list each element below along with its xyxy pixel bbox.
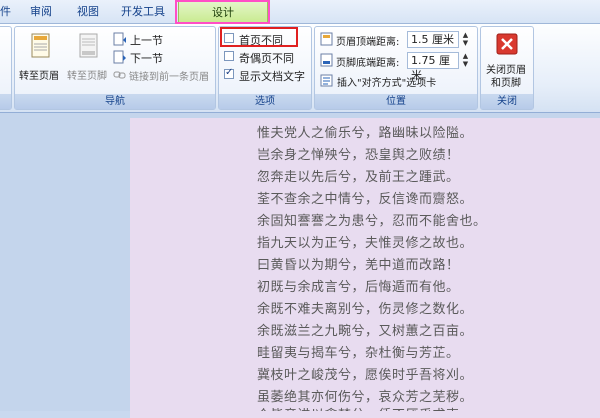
footer-bottom-distance-icon	[320, 53, 333, 67]
doc-line: 余既不难夫离别兮，伤灵修之数化。	[257, 302, 474, 317]
show-doc-text-option[interactable]: 显示文档文字	[224, 67, 312, 83]
tab-highlight-outline	[175, 0, 270, 24]
doc-line: 荃不查余之中情兮，反信谗而齌怒。	[257, 192, 474, 207]
tab-view[interactable]: 视图	[77, 3, 99, 21]
header-top-input[interactable]: 1.5 厘米	[407, 31, 459, 48]
close-icon	[496, 33, 518, 55]
goto-footer-button[interactable]: 转至页脚	[67, 31, 111, 83]
insert-align-tab-button[interactable]: 插入"对齐方式"选项卡	[320, 73, 476, 89]
doc-line: 岂余身之惮殃兮，恐皇舆之败绩！	[257, 148, 460, 163]
group-navigation: 转至页眉 转至页脚 上一节 下一节 链接到前一条页眉 导航	[14, 26, 216, 110]
footer-bottom-label: 页脚底端距离:	[336, 58, 400, 69]
next-section-label: 下一节	[130, 52, 163, 65]
doc-line: 忽奔走以先后兮，及前王之踵武。	[257, 170, 460, 185]
close-header-footer-button[interactable]: 关闭页眉 和页脚	[483, 31, 533, 91]
next-section-button[interactable]: 下一节	[113, 49, 183, 65]
goto-header-label: 转至页眉	[19, 71, 59, 82]
header-top-label: 页眉顶端距离:	[336, 37, 400, 48]
group-position: 页眉顶端距离: 1.5 厘米 ▲ ▼ 页脚底端距离: 1.75 厘米 ▲ ▼ 插入"…	[314, 26, 478, 110]
show-doc-text-label: 显示文档文字	[239, 70, 305, 83]
group-partial-left	[0, 26, 12, 110]
doc-line: 余固知謇謇之为患兮，忍而不能舍也。	[257, 214, 487, 229]
different-first-highlight	[220, 27, 298, 47]
footer-page-icon	[79, 33, 98, 58]
different-odd-even-label: 奇偶页不同	[239, 52, 294, 65]
doc-line: 初既与余成言兮，后悔遁而有他。	[257, 280, 460, 295]
tab-file[interactable]: 件	[0, 3, 11, 21]
show-doc-text-checkbox[interactable]	[224, 67, 234, 79]
group-close: 关闭页眉 和页脚 关闭	[480, 26, 534, 110]
group-options-label: 选项	[219, 94, 311, 109]
chain-link-icon	[113, 71, 126, 79]
doc-line: 惟夫党人之偷乐兮，路幽昧以险隘。	[257, 126, 474, 141]
header-top-spinner[interactable]: ▲ ▼	[461, 31, 470, 48]
prev-section-icon	[113, 32, 126, 46]
group-close-label: 关闭	[481, 94, 533, 109]
insert-align-tab-label: 插入"对齐方式"选项卡	[337, 78, 437, 89]
prev-section-label: 上一节	[130, 34, 163, 47]
close-label-line2: 和页脚	[491, 78, 521, 89]
doc-line: 冀枝叶之峻茂兮，愿俟时乎吾将刈。	[257, 368, 474, 383]
footer-bottom-input[interactable]: 1.75 厘米	[407, 52, 459, 82]
tab-developer[interactable]: 开发工具	[121, 3, 165, 21]
header-page-icon	[31, 33, 50, 58]
ribbon-tab-bar: 件 审阅 视图 开发工具 设计	[0, 0, 600, 24]
doc-line: 虽萎绝其亦何伤兮，哀众芳之芜秽。	[257, 390, 474, 405]
align-tab-icon	[320, 74, 333, 87]
doc-line: 曰黄昏以为期兮，羌中道而改路！	[257, 258, 460, 273]
prev-section-button[interactable]: 上一节	[113, 31, 183, 47]
doc-line: 畦留夷与揭车兮，杂杜衡与芳芷。	[257, 346, 460, 361]
goto-footer-label: 转至页脚	[67, 71, 107, 82]
doc-line: 众皆竞进以贪婪兮，凭不厌乎求索。	[257, 404, 473, 411]
link-previous-label: 链接到前一条页眉	[129, 72, 209, 83]
group-navigation-label: 导航	[15, 94, 215, 109]
different-odd-even-option[interactable]: 奇偶页不同	[224, 50, 309, 65]
footer-bottom-spinner[interactable]: ▲ ▼	[461, 52, 470, 69]
different-odd-even-checkbox[interactable]	[224, 51, 234, 61]
goto-header-button[interactable]: 转至页眉	[19, 31, 63, 83]
header-top-distance-icon	[320, 32, 333, 46]
next-section-icon	[113, 50, 126, 64]
ribbon: 转至页眉 转至页脚 上一节 下一节 链接到前一条页眉 导航 首页不同 奇偶页不同…	[0, 24, 600, 113]
group-position-label: 位置	[315, 94, 477, 109]
doc-line: 余既滋兰之九畹兮，又树蕙之百亩。	[257, 324, 474, 339]
tab-review[interactable]: 审阅	[30, 3, 52, 21]
link-previous-button[interactable]: 链接到前一条页眉	[113, 67, 217, 83]
doc-line: 指九天以为正兮，夫惟灵修之故也。	[257, 236, 474, 251]
